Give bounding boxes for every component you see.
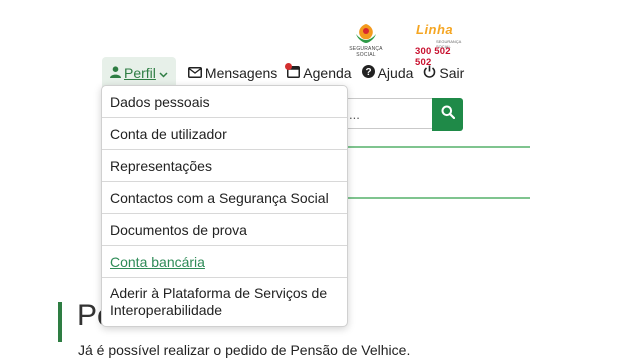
divider-line-top	[340, 146, 530, 148]
power-icon	[423, 65, 436, 81]
envelope-icon	[187, 65, 202, 81]
divider-line-bottom	[340, 197, 530, 199]
nav-mensagens-label: Mensagens	[204, 65, 278, 81]
linha-logo-word: Linha	[416, 22, 454, 37]
menu-item-representacoes[interactable]: Representações	[102, 150, 347, 182]
nav-sair-link[interactable]: Sair	[423, 65, 464, 81]
user-icon	[110, 65, 121, 81]
search-button[interactable]	[432, 98, 463, 131]
perfil-dropdown-menu: Dados pessoais Conta de utilizador Repre…	[101, 85, 348, 327]
nav-ajuda-link[interactable]: ? Ajuda	[361, 65, 414, 81]
search-bar: ...	[340, 98, 463, 131]
calendar-icon	[285, 63, 301, 81]
seguranca-social-logo[interactable]: SEGURANÇA SOCIAL	[344, 22, 388, 58]
seguranca-social-logo-mark	[356, 24, 376, 43]
menu-item-contactos[interactable]: Contactos com a Segurança Social	[102, 182, 347, 214]
page-announcement-text: Já é possível realizar o pedido de Pensã…	[78, 342, 411, 358]
nav-agenda-link[interactable]: Agenda	[285, 63, 352, 81]
search-icon	[441, 105, 455, 124]
menu-item-dados-pessoais[interactable]: Dados pessoais	[102, 86, 347, 118]
help-icon: ?	[361, 65, 375, 81]
svg-text:?: ?	[365, 67, 371, 78]
heading-accent-bar	[58, 302, 62, 342]
nav-mensagens-link[interactable]: Mensagens	[187, 65, 278, 81]
menu-item-conta-bancaria[interactable]: Conta bancária	[102, 246, 347, 278]
nav-sair-label: Sair	[439, 65, 465, 81]
chevron-down-icon	[159, 65, 168, 81]
menu-item-conta-de-utilizador[interactable]: Conta de utilizador	[102, 118, 347, 150]
menu-item-documentos-de-prova[interactable]: Documentos de prova	[102, 214, 347, 246]
menu-item-plataforma-interoperabilidade[interactable]: Aderir à Plataforma de Serviços de Inter…	[102, 278, 347, 326]
nav-ajuda-label: Ajuda	[377, 65, 414, 81]
linha-seguranca-social-logo[interactable]: Linha SEGURANÇA SOCIAL 300 502 502	[414, 22, 466, 68]
search-input[interactable]: ...	[340, 98, 432, 129]
nav-perfil-label: Perfil	[124, 65, 156, 81]
nav-agenda-label: Agenda	[303, 65, 352, 81]
